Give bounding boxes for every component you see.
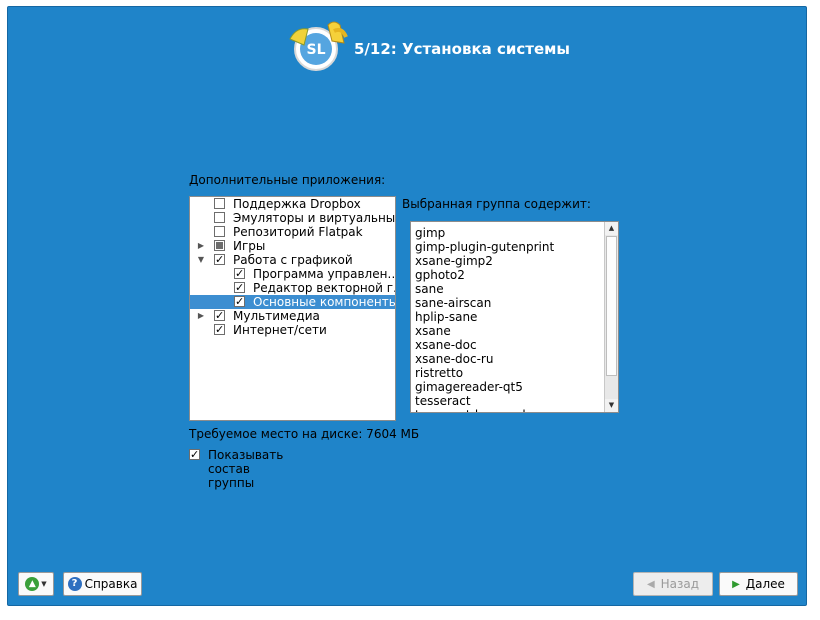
expand-arrow-icon[interactable]: ▶ — [197, 309, 205, 323]
simply-linux-logo: SL — [286, 19, 350, 75]
list-item: xsane-doc-ru — [415, 352, 494, 366]
installer-window: SL 5/12: Установка системы Дополнительны… — [7, 6, 807, 606]
list-item: sane — [415, 282, 444, 296]
svg-text:SL: SL — [306, 42, 325, 58]
tree-item-dropbox[interactable]: Поддержка Dropbox — [190, 197, 395, 211]
tree-item-internet[interactable]: ✓ Интернет/сети — [190, 323, 395, 337]
arrow-up-icon: ▲ — [25, 577, 40, 591]
tree-item-label: Репозиторий Flatpak — [233, 225, 363, 239]
expand-arrow-icon[interactable]: ▶ — [197, 239, 205, 253]
back-button[interactable]: ◀ Назад — [633, 572, 713, 596]
checkbox[interactable]: ✓ — [214, 310, 225, 321]
checkbox[interactable] — [214, 240, 225, 251]
tree-item-label: Редактор векторной г… — [253, 281, 396, 295]
list-item: tesseract-langpack-ru — [415, 408, 605, 412]
checkbox[interactable]: ✓ — [234, 268, 245, 279]
tree-item-manager-program[interactable]: ✓ Программа управлен… — [190, 267, 395, 281]
tree-item-core-components[interactable]: ✓ Основные компоненты — [190, 295, 395, 309]
collapse-arrow-icon[interactable]: ▼ — [197, 253, 205, 267]
disk-space-label: Требуемое место на диске: 7604 МБ — [189, 427, 420, 441]
scrollbar-thumb[interactable] — [606, 236, 617, 376]
package-items: gimp gimp-plugin-gutenprint xsane-gimp2 … — [415, 226, 605, 412]
checkbox[interactable] — [214, 198, 225, 209]
tree-item-label: Работа с графикой — [233, 253, 353, 267]
tree-item-label: Поддержка Dropbox — [233, 197, 361, 211]
tree-item-label: Эмуляторы и виртуальны… — [233, 211, 396, 225]
list-item: gimagereader-qt5 — [415, 380, 523, 394]
chevron-right-icon: ▶ — [732, 578, 740, 590]
chevron-down-icon: ▼ — [41, 580, 47, 588]
help-icon: ? — [67, 577, 82, 591]
tree-item-label: Мультимедиа — [233, 309, 320, 323]
list-item: gphoto2 — [415, 268, 465, 282]
help-button[interactable]: ? Справка — [63, 572, 142, 596]
show-group-checkbox[interactable]: ✓ — [189, 449, 200, 460]
list-item: xsane-gimp2 — [415, 254, 493, 268]
checkbox[interactable] — [214, 226, 225, 237]
list-item: gimp — [415, 226, 446, 240]
help-button-label: Справка — [84, 577, 138, 591]
tree-item-flatpak[interactable]: Репозиторий Flatpak — [190, 225, 395, 239]
tree-item-vector-editor[interactable]: ✓ Редактор векторной г… — [190, 281, 395, 295]
list-item: ristretto — [415, 366, 464, 380]
show-group-label: Показывать состав группы — [208, 448, 284, 490]
tree-item-label: Основные компоненты — [253, 295, 396, 309]
list-item: xsane — [415, 324, 451, 338]
menu-button[interactable]: ▲ ▼ — [18, 572, 54, 596]
checkbox[interactable]: ✓ — [214, 254, 225, 265]
scroll-down-icon[interactable]: ▼ — [605, 399, 618, 412]
checkbox[interactable]: ✓ — [234, 282, 245, 293]
list-item: tesseract — [415, 394, 471, 408]
extra-apps-tree[interactable]: Поддержка Dropbox Эмуляторы и виртуальны… — [189, 196, 396, 421]
scroll-up-icon[interactable]: ▲ — [605, 222, 618, 235]
tree-item-emulators[interactable]: Эмуляторы и виртуальны… — [190, 211, 395, 225]
group-contents-label: Выбранная группа содержит: — [402, 197, 591, 211]
next-button[interactable]: ▶ Далее — [719, 572, 798, 596]
checkbox[interactable]: ✓ — [214, 324, 225, 335]
tree-item-multimedia[interactable]: ▶ ✓ Мультимедиа — [190, 309, 395, 323]
tree-item-graphics[interactable]: ▼ ✓ Работа с графикой — [190, 253, 395, 267]
vertical-scrollbar[interactable]: ▲ ▼ — [604, 222, 618, 412]
tree-item-label: Игры — [233, 239, 266, 253]
tree-item-games[interactable]: ▶ Игры — [190, 239, 395, 253]
checkbox[interactable]: ✓ — [234, 296, 245, 307]
tree-item-label: Программа управлен… — [253, 267, 396, 281]
tree-item-label: Интернет/сети — [233, 323, 327, 337]
list-item: hplip-sane — [415, 310, 478, 324]
back-button-label: Назад — [660, 577, 700, 591]
checkbox[interactable] — [214, 212, 225, 223]
page-title: 5/12: Установка системы — [354, 40, 570, 58]
chevron-left-icon: ◀ — [646, 578, 655, 590]
list-item: sane-airscan — [415, 296, 492, 310]
package-list[interactable]: gimp gimp-plugin-gutenprint xsane-gimp2 … — [410, 221, 619, 413]
list-item: xsane-doc — [415, 338, 477, 352]
header: SL 5/12: Установка системы — [286, 17, 570, 77]
next-button-label: Далее — [745, 577, 785, 591]
extra-apps-label: Дополнительные приложения: — [189, 173, 386, 187]
list-item: gimp-plugin-gutenprint — [415, 240, 555, 254]
